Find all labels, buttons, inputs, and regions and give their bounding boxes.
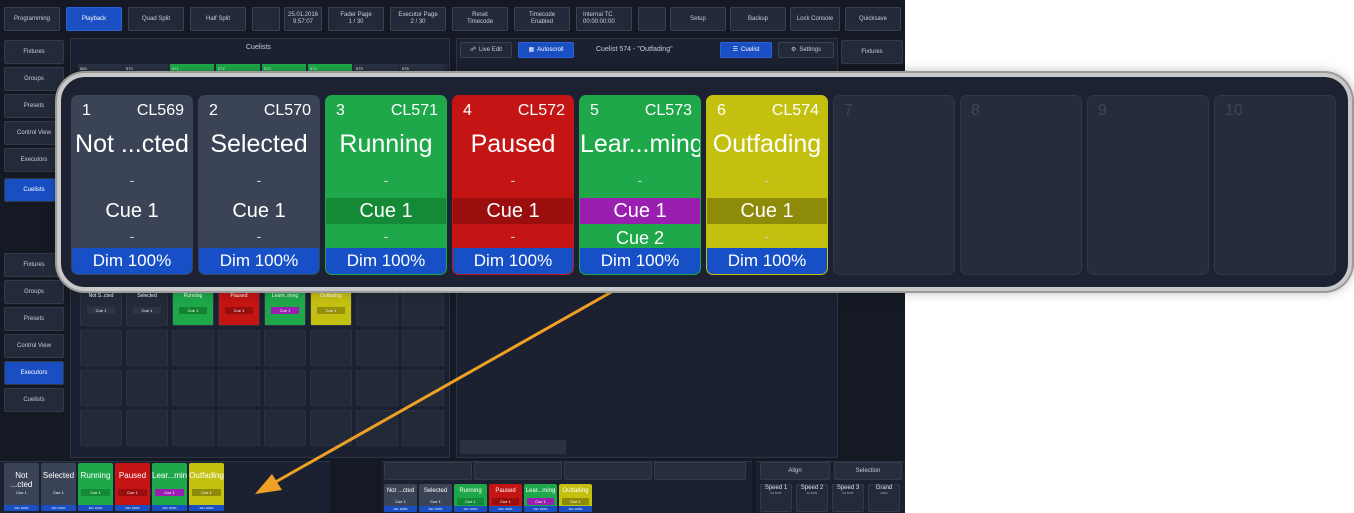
cue-prev: - — [129, 172, 135, 188]
cue-prev: - — [256, 172, 262, 188]
dimmer-level: Dim 100% — [707, 248, 827, 274]
cue-next: - — [129, 228, 135, 244]
cue-next: - — [256, 228, 262, 244]
cuelist-id: CL572 — [517, 102, 565, 119]
dimmer-level: Dim 100% — [453, 248, 573, 274]
current-cue: Cue 1 — [326, 198, 446, 224]
cue-prev: - — [510, 172, 516, 188]
cuelist-id: CL569 — [136, 102, 184, 119]
executor-number: 2 — [209, 102, 218, 119]
current-cue: Cue 1 — [105, 200, 159, 222]
current-cue: Cue 1 — [453, 198, 573, 224]
cuelist-id: CL571 — [390, 102, 438, 119]
dimmer-level: Dim 100% — [199, 248, 319, 274]
cuelist-name: Paused — [470, 130, 556, 158]
cuelist-executor-cell[interactable]: 4 CL572 Paused - Cue 1 - Dim 100% — [452, 95, 574, 275]
cuelist-id: CL573 — [644, 102, 692, 119]
empty-executor-cell[interactable]: 7 — [833, 95, 955, 275]
executor-number: 6 — [717, 102, 726, 119]
executor-number: 7 — [844, 102, 853, 119]
empty-executor-cell[interactable]: 8 — [960, 95, 1082, 275]
dimmer-level: Dim 100% — [580, 248, 700, 274]
executor-number: 3 — [336, 102, 345, 119]
cuelist-id: CL574 — [771, 102, 819, 119]
cue-prev: - — [637, 172, 643, 188]
cuelist-executor-cell[interactable]: 3 CL571 Running - Cue 1 - Dim 100% — [325, 95, 447, 275]
cuelist-name: Outfading — [712, 130, 822, 158]
arrow-head-icon — [255, 474, 282, 494]
executor-number: 8 — [971, 102, 980, 119]
cuelist-executor-cell[interactable]: 6 CL574 Outfading - Cue 1 - Dim 100% — [706, 95, 828, 275]
arrow-line — [271, 284, 623, 486]
executor-number: 10 — [1225, 102, 1243, 119]
empty-executor-cell[interactable]: 9 — [1087, 95, 1209, 275]
executor-number: 5 — [590, 102, 599, 119]
current-cue: Cue 1 — [707, 198, 827, 224]
executor-number: 1 — [82, 102, 91, 119]
cuelist-id: CL570 — [263, 102, 311, 119]
cue-next: - — [510, 228, 516, 244]
cue-prev: - — [764, 172, 770, 188]
zoom-callout: 1 CL569 Not ...cted - Cue 1 - Dim 100% 2 CL570 Se… — [57, 73, 1352, 291]
cuelist-name: Selected — [210, 130, 308, 158]
cue-next: - — [383, 228, 389, 244]
next-cue: Cue 2 — [615, 228, 665, 248]
current-cue: Cue 1 — [580, 198, 700, 224]
executor-number: 9 — [1098, 102, 1107, 119]
cuelist-name: Lear...ming — [580, 130, 701, 158]
cuelist-name: Running — [339, 130, 433, 158]
cuelist-name: Not ...cted — [75, 130, 189, 158]
cuelist-executor-cell[interactable]: 1 CL569 Not ...cted - Cue 1 - Dim 100% — [71, 95, 193, 275]
cue-prev: - — [383, 172, 389, 188]
cuelist-executor-cell[interactable]: 5 CL573 Lear...ming - Cue 1 Cue 2 Dim 100% — [579, 95, 701, 275]
empty-executor-cell[interactable]: 10 — [1214, 95, 1336, 275]
cue-next: - — [764, 228, 770, 244]
executor-number: 4 — [463, 102, 472, 119]
cuelist-executor-cell[interactable]: 2 CL570 Selected - Cue 1 - Dim 100% — [198, 95, 320, 275]
dimmer-level: Dim 100% — [72, 248, 192, 274]
current-cue: Cue 1 — [232, 200, 286, 222]
dimmer-level: Dim 100% — [326, 248, 446, 274]
